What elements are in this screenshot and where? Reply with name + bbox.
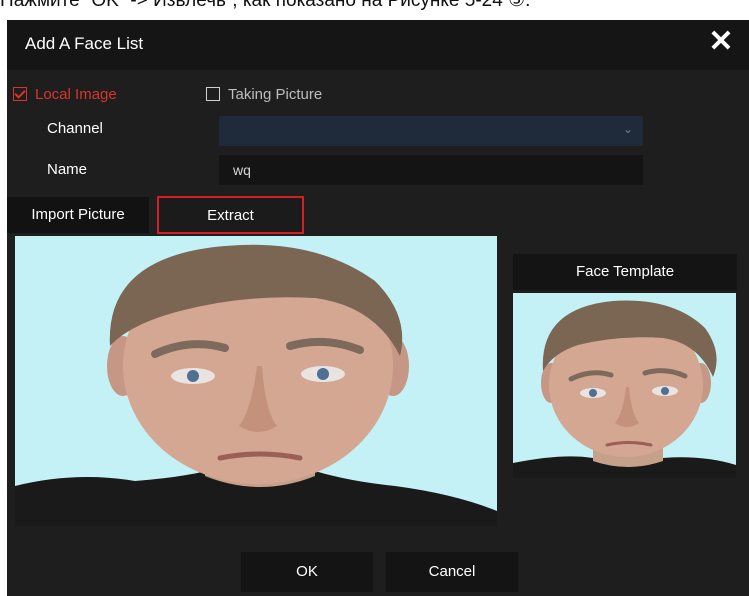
add-face-list-dialog: Add A Face List ✕ Local Image Taking Pic… — [7, 20, 749, 596]
channel-label: Channel — [47, 120, 103, 137]
cancel-button[interactable]: Cancel — [386, 552, 518, 592]
face-photo-image — [15, 236, 497, 526]
local-image-label: Local Image — [35, 86, 117, 103]
ok-button[interactable]: OK — [241, 552, 373, 592]
face-template-thumbnail — [513, 293, 736, 478]
caption-text: Нажмите “OK” -> Извлечь”, как показано н… — [0, 0, 531, 11]
taking-picture-option[interactable]: Taking Picture — [206, 86, 322, 106]
dialog-titlebar: Add A Face List ✕ — [7, 20, 749, 70]
name-label: Name — [47, 161, 88, 178]
imported-face-photo — [15, 236, 497, 526]
taking-picture-label: Taking Picture — [228, 86, 323, 103]
checkbox-checked-icon[interactable] — [13, 87, 27, 101]
face-template-title: Face Template — [513, 254, 737, 290]
checkbox-unchecked-icon[interactable] — [206, 87, 220, 101]
face-template-image — [513, 293, 736, 478]
dialog-title: Add A Face List — [25, 34, 144, 53]
import-picture-button[interactable]: Import Picture — [7, 197, 149, 233]
name-input[interactable] — [219, 155, 643, 185]
channel-select[interactable]: ⌄ — [219, 116, 643, 146]
close-icon[interactable]: ✕ — [703, 24, 739, 60]
chevron-down-icon: ⌄ — [622, 122, 633, 136]
instruction-caption: Нажмите “OK” -> Извлечь”, как показано н… — [0, 0, 749, 20]
local-image-option[interactable]: Local Image — [13, 86, 117, 106]
extract-button[interactable]: Extract — [157, 196, 304, 234]
